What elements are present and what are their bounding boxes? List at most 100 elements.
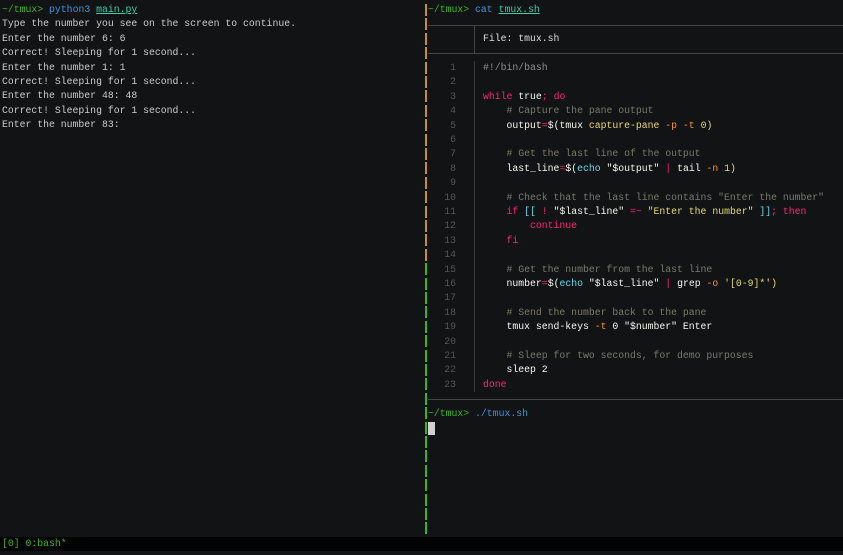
code-text: # Get the last line of the output	[483, 147, 701, 161]
header-rule-top	[428, 25, 843, 26]
gutter-separator	[474, 219, 475, 234]
border-segment	[425, 104, 427, 117]
border-segment	[425, 133, 427, 146]
code-line: 23 done	[428, 377, 843, 393]
line-number: 12	[444, 220, 456, 232]
line-number: 18	[444, 306, 456, 318]
code-token: number	[483, 278, 542, 289]
line-number: 8	[450, 162, 456, 174]
left-pane[interactable]: ~/tmux> python3 main.py Type the number …	[2, 3, 422, 133]
output-line: Enter the number 48: 48	[2, 90, 138, 102]
code-token: true	[512, 90, 542, 102]
code-token: 0 "$number" Enter	[606, 321, 713, 333]
gutter-separator	[474, 61, 475, 76]
border-segment	[425, 292, 427, 304]
code-text: # Send the number back to the pane	[483, 306, 707, 320]
code-token: -p -t	[659, 119, 695, 131]
code-text: if [[ ! "$last_line" =~ "Enter the numbe…	[483, 205, 807, 219]
code-text: done	[483, 378, 507, 392]
right-pane[interactable]: ~/tmux> cat tmux.sh File: tmux.sh 1 #!/bi…	[428, 0, 843, 537]
code-token: continue	[483, 220, 578, 232]
code-token: $(	[547, 278, 560, 289]
border-segment	[425, 205, 427, 218]
code-token: if	[483, 206, 519, 217]
border-segment	[425, 119, 427, 132]
terminal-cursor	[428, 422, 435, 435]
code-token: -n	[700, 162, 719, 174]
code-text: # Capture the pane output	[483, 104, 654, 118]
border-segment	[425, 421, 427, 434]
border-segment	[425, 76, 427, 88]
code-text: number=$(echo "$last_line" | grep -o '[0…	[483, 277, 778, 291]
code-text: tmux send-keys -t 0 "$number" Enter	[483, 320, 713, 334]
border-segment	[425, 90, 427, 103]
line-number: 6	[450, 134, 456, 145]
output-line: Correct! Sleeping for 1 second...	[2, 75, 197, 87]
gutter-separator	[474, 349, 475, 364]
line-number: 9	[450, 177, 456, 189]
border-segment	[425, 320, 427, 333]
border-segment	[425, 248, 427, 261]
line-number: 15	[444, 263, 456, 275]
code-token: 0)	[694, 119, 713, 131]
code-token: do	[547, 90, 566, 102]
line-number: 11	[444, 206, 456, 217]
code-line: 22 sleep 2	[428, 363, 843, 378]
code-line: 3 while true; do	[428, 89, 843, 105]
code-token: # Sleep for two seconds, for demo purpos…	[483, 350, 754, 361]
header-separator	[474, 25, 475, 53]
code-token: sleep 2	[483, 364, 548, 376]
code-text: last_line=$(echo "$output" | tail -n 1)	[483, 162, 736, 176]
gutter-separator	[474, 205, 475, 220]
gutter-separator	[474, 104, 475, 119]
border-segment	[425, 508, 427, 520]
border-segment	[425, 191, 427, 204]
line-number: 3	[450, 90, 456, 102]
file-header: File: tmux.sh	[483, 33, 560, 44]
pane-divider[interactable]	[425, 0, 427, 549]
output-line: Enter the number 6: 6	[2, 32, 126, 44]
code-line: 17	[428, 291, 843, 306]
border-segment	[425, 493, 427, 506]
gutter-separator	[474, 118, 475, 133]
output-line: Enter the number 1: 1	[2, 61, 126, 73]
code-token: #!/bin/bash	[483, 62, 548, 73]
code-token: # Send the number back to the pane	[483, 306, 707, 318]
footer-rule	[428, 399, 843, 400]
output-line: Correct! Sleeping for 1 second...	[2, 47, 197, 59]
gutter-separator	[474, 291, 475, 306]
code-text: output=$(tmux capture-pane -p -t 0)	[483, 119, 713, 133]
code-token: done	[483, 378, 507, 390]
line-number: 4	[450, 105, 456, 117]
code-line: 2	[428, 75, 843, 90]
gutter-separator	[474, 262, 475, 277]
code-token: "$output"	[600, 162, 666, 174]
code-line: 9	[428, 176, 843, 191]
tmux-status-bar[interactable]: [0] 0:bash*	[0, 537, 843, 551]
code-line: 7 # Get the last line of the output	[428, 147, 843, 162]
code-line: 18 # Send the number back to the pane	[428, 305, 843, 321]
border-segment	[425, 32, 427, 45]
code-token: "$last_line"	[547, 206, 625, 217]
gutter-separator	[474, 233, 475, 249]
border-segment	[425, 4, 427, 16]
code-token: tail	[671, 162, 701, 174]
border-segment	[425, 306, 427, 319]
output-line: Enter the number 83:	[2, 119, 120, 131]
code-line: 20	[428, 334, 843, 349]
code-token: # Get the last line of the output	[483, 148, 701, 160]
code-token: =~	[624, 206, 642, 217]
line-number: 22	[444, 364, 456, 376]
gutter-separator	[474, 147, 475, 162]
code-line: 11 if [[ ! "$last_line" =~ "Enter the nu…	[428, 205, 843, 220]
border-segment	[425, 522, 427, 535]
line-number: 13	[444, 234, 456, 246]
gutter-separator	[474, 363, 475, 378]
line-number: 1	[450, 62, 456, 73]
code-token: echo	[559, 278, 583, 289]
code-token: output	[483, 119, 542, 131]
border-segment	[425, 479, 427, 492]
gutter-separator	[474, 176, 475, 191]
border-segment	[425, 450, 427, 463]
border-segment	[425, 162, 427, 175]
